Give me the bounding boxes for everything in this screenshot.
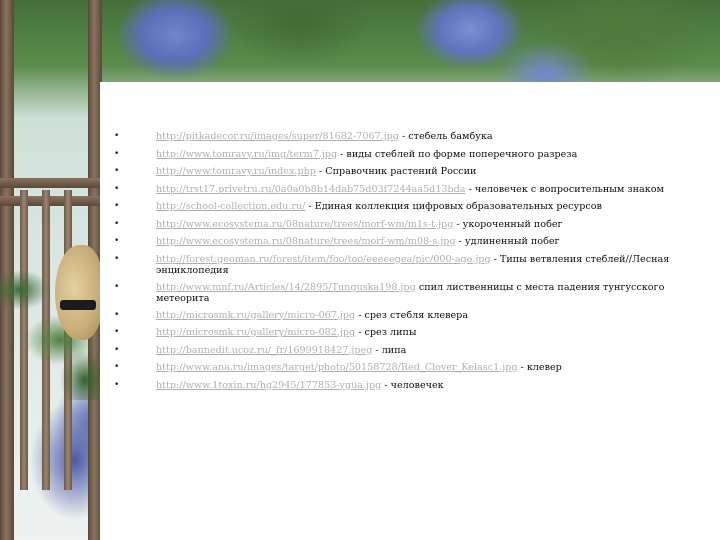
source-link[interactable]: http://forest.geoman.ru/forest/item/foo/…	[156, 254, 491, 265]
source-link[interactable]: http://www.1toxin.ru/hg2945/177853-ygua.…	[156, 380, 381, 391]
list-item: • http://www.mnf.ru/Articles/14/2895/Tung…	[114, 282, 680, 305]
hat-band	[60, 300, 96, 310]
list-item: • http://forest.geoman.ru/forest/item/foo…	[114, 254, 680, 277]
list-item: • http://microsmk.ru/gallery/micro-082.jp…	[114, 327, 680, 339]
list-item: • http://www.ecosystema.ru/08nature/trees…	[114, 218, 680, 231]
list-item: • http://bannedit.ucoz.ru/_fr/1699918427.…	[114, 344, 680, 357]
bullet: •	[114, 327, 120, 337]
bullet: •	[114, 236, 120, 246]
source-link[interactable]: http://www.tomravy.ru/img/term7.jpg	[156, 149, 337, 160]
link-description: - липа	[372, 344, 407, 356]
porch-rail	[0, 178, 100, 188]
list-item: • http://www.ecosystema.ru/08nature/trees…	[114, 236, 680, 248]
list-item: • http://www.tomravy.ru/img/term7.jpg - в…	[114, 148, 680, 161]
source-link[interactable]: http://microsmk.ru/gallery/micro-067.jpg	[156, 310, 355, 321]
bullet: •	[114, 344, 120, 355]
porch-rail	[0, 196, 100, 206]
bullet: •	[114, 131, 120, 141]
straw-hat-image	[55, 245, 103, 340]
link-description: - виды стеблей по форме поперечного разр…	[337, 148, 578, 160]
source-link[interactable]: http://pitkadecor.ru/images/super/81682-…	[156, 131, 399, 142]
list-item: • http://microsmk.ru/gallery/micro-067.jp…	[114, 309, 680, 322]
bullet: •	[114, 281, 120, 292]
source-link[interactable]: http://school-collection.edu.ru/	[156, 201, 305, 212]
link-description: - клевер	[517, 362, 562, 373]
bullet: •	[114, 166, 120, 176]
link-description: - человечек	[381, 379, 444, 391]
list-item: • http://www.1toxin.ru/hg2945/177853-ygua…	[114, 379, 680, 392]
list-item: • http://www.tomravy.ru/index.php - Справ…	[114, 166, 680, 178]
source-link[interactable]: http://www.ecosystema.ru/08nature/trees/…	[156, 236, 456, 247]
bullet: •	[114, 362, 120, 372]
source-link[interactable]: http://trst17.privetru.ru/0a0a0b8b14dab7…	[156, 184, 466, 195]
link-description: - срез стебля клевера	[355, 309, 469, 321]
list-item: • http://www.ana.ru/images/target/photo/5…	[114, 362, 680, 374]
source-link[interactable]: http://microsmk.ru/gallery/micro-082.jpg	[156, 327, 355, 338]
source-link-list: • http://pitkadecor.ru/images/super/81682…	[100, 131, 680, 397]
link-description: - стебель бамбука	[398, 131, 493, 142]
list-item: • http://trst17.privetru.ru/0a0a0b8b14dab…	[114, 183, 680, 196]
bullet: •	[114, 309, 120, 320]
link-description: - Единая коллекция цифровых образователь…	[305, 201, 602, 212]
bullet: •	[114, 201, 120, 211]
bullet: •	[114, 183, 120, 194]
source-link[interactable]: http://www.ana.ru/images/target/photo/50…	[156, 362, 517, 373]
source-link[interactable]: http://www.mnf.ru/Articles/14/2895/Tungu…	[156, 282, 416, 293]
link-description: - человечек с вопросительным знаком	[465, 183, 665, 195]
link-description: - Справочник растений России	[315, 166, 477, 177]
source-link[interactable]: http://www.ecosystema.ru/08nature/trees/…	[156, 219, 453, 230]
bullet: •	[114, 148, 120, 159]
link-description: - срез липы	[355, 327, 417, 338]
link-description: - удлиненный побег	[455, 236, 560, 247]
bullet: •	[114, 218, 120, 229]
source-link[interactable]: http://bannedit.ucoz.ru/_fr/1699918427.j…	[156, 345, 372, 356]
list-item: • http://pitkadecor.ru/images/super/81682…	[114, 131, 680, 143]
link-description: - укороченный побег	[453, 218, 563, 230]
source-link[interactable]: http://www.tomravy.ru/index.php	[156, 166, 316, 177]
bullet: •	[114, 253, 120, 264]
bullet: •	[114, 379, 120, 390]
list-item: • http://school-collection.edu.ru/ - Един…	[114, 201, 680, 213]
